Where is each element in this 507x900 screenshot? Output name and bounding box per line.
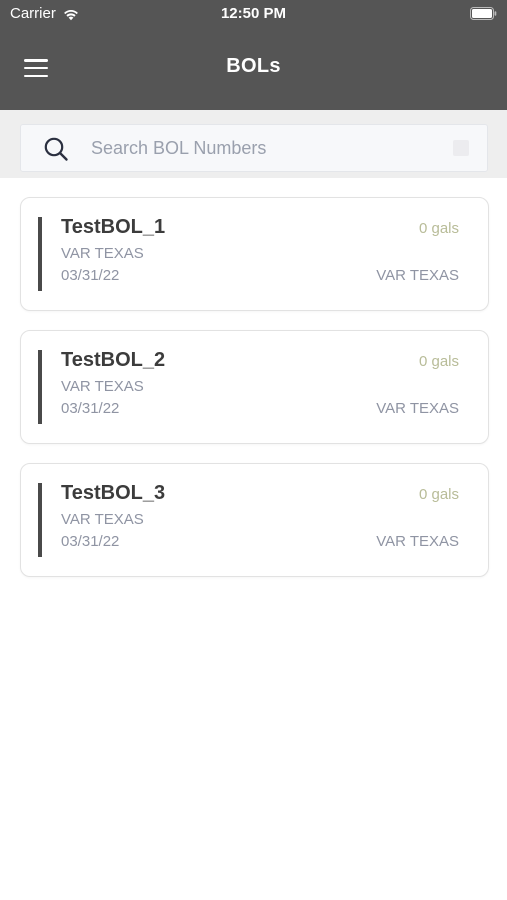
top-bar: Carrier 12:50 PM BOLs — [0, 0, 507, 110]
bol-location: VAR TEXAS — [376, 533, 459, 550]
status-time: 12:50 PM — [220, 5, 287, 22]
bol-subtitle: VAR TEXAS — [61, 245, 144, 262]
card-accent-bar — [38, 217, 42, 291]
bol-card[interactable]: TestBOL_3 0 gals VAR TEXAS 03/31/22 VAR … — [20, 463, 489, 577]
bol-date: 03/31/22 — [61, 533, 120, 550]
bol-subtitle: VAR TEXAS — [61, 511, 144, 528]
search-section — [0, 110, 507, 178]
bol-subtitle: VAR TEXAS — [61, 378, 144, 395]
search-input[interactable] — [91, 125, 451, 171]
bol-quantity: 0 gals — [418, 353, 459, 370]
battery-icon — [470, 7, 497, 20]
bol-quantity: 0 gals — [418, 220, 459, 237]
page-title: BOLs — [226, 55, 281, 77]
app-screen: Carrier 12:50 PM BOLs Search BOL Numbers… — [0, 0, 507, 900]
bol-number: TestBOL_3 — [61, 482, 166, 504]
bol-date: 03/31/22 — [61, 400, 120, 417]
card-accent-bar — [38, 350, 42, 424]
bol-number: TestBOL_2 — [61, 349, 166, 371]
status-bar: Carrier 12:50 PM — [0, 0, 507, 30]
search-icon — [44, 137, 68, 161]
bol-location: VAR TEXAS — [376, 267, 459, 284]
bol-number: TestBOL_1 — [61, 216, 166, 238]
bol-card[interactable]: TestBOL_2 0 gals VAR TEXAS 03/31/22 VAR … — [20, 330, 489, 444]
card-accent-bar — [38, 483, 42, 557]
bol-location: VAR TEXAS — [376, 400, 459, 417]
search-box[interactable] — [20, 124, 488, 172]
bol-quantity: 0 gals — [418, 486, 459, 503]
clear-search-icon[interactable] — [453, 140, 469, 156]
bol-card[interactable]: TestBOL_1 0 gals VAR TEXAS 03/31/22 VAR … — [20, 197, 489, 311]
bol-list: TestBOL_1 0 gals VAR TEXAS 03/31/22 VAR … — [20, 197, 489, 596]
bol-date: 03/31/22 — [61, 267, 120, 284]
